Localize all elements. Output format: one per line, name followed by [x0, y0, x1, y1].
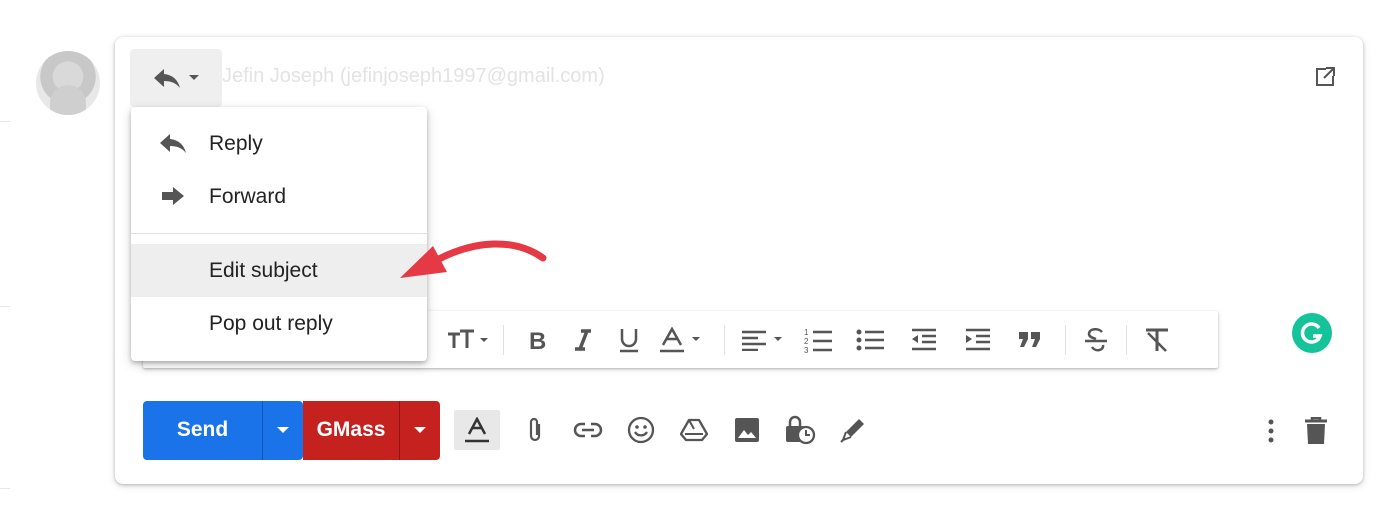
recipient-field[interactable]: Jefin Joseph (jefinjoseph1997@gmail.com): [222, 65, 605, 88]
reply-type-menu: Reply Forward Edit subject Pop out reply: [131, 107, 427, 361]
reply-type-button[interactable]: [130, 49, 222, 107]
menu-item-edit-subject[interactable]: Edit subject: [131, 244, 427, 297]
signature-pen-icon[interactable]: [835, 410, 871, 450]
toolbar-separator: [724, 324, 725, 355]
send-options-button[interactable]: [262, 400, 303, 460]
italic-icon[interactable]: [560, 320, 606, 360]
menu-item-label: Reply: [209, 131, 263, 155]
grammarly-icon[interactable]: [1292, 313, 1332, 353]
sender-avatar: [36, 51, 100, 115]
discard-draft-icon[interactable]: [1301, 415, 1331, 447]
popout-icon[interactable]: [1315, 67, 1335, 87]
reply-icon: [160, 134, 186, 153]
menu-divider: [131, 233, 427, 234]
toolbar-separator: [503, 324, 504, 355]
forward-icon: [162, 187, 184, 205]
strikethrough-icon[interactable]: [1076, 320, 1116, 360]
divider: [0, 488, 10, 489]
svg-text:B: B: [529, 328, 546, 352]
insert-photo-icon[interactable]: [729, 410, 765, 450]
quote-icon[interactable]: [1005, 320, 1055, 360]
numbered-list-icon[interactable]: 123: [793, 320, 843, 360]
divider: [0, 121, 10, 122]
caret-down-icon: [277, 427, 289, 433]
menu-item-label: Forward: [209, 184, 287, 208]
remove-formatting-icon[interactable]: [1137, 320, 1177, 360]
more-options-icon[interactable]: [1261, 417, 1281, 445]
annotation-arrow: [400, 240, 547, 278]
font-size-icon[interactable]: [443, 320, 493, 360]
menu-item-reply[interactable]: Reply: [131, 117, 427, 170]
toolbar-separator: [1126, 324, 1127, 355]
svg-text:3: 3: [804, 346, 809, 353]
svg-text:1: 1: [804, 328, 809, 337]
confidential-mode-icon[interactable]: [782, 410, 818, 450]
menu-item-label: Edit subject: [209, 258, 318, 282]
compose-bottom-bar: Send GMass: [143, 400, 871, 460]
formatting-options-icon[interactable]: [454, 410, 500, 450]
attach-file-icon[interactable]: [517, 410, 553, 450]
caret-down-icon: [189, 75, 199, 80]
indent-less-icon[interactable]: [897, 320, 951, 360]
gmail-reply-view: Jefin Joseph (jefinjoseph1997@gmail.com)…: [0, 0, 1390, 517]
bold-icon[interactable]: B: [514, 320, 560, 360]
gmass-button-group: GMass: [303, 400, 440, 460]
menu-item-pop-out-reply[interactable]: Pop out reply: [131, 297, 427, 350]
menu-item-forward[interactable]: Forward: [131, 170, 427, 223]
emoji-icon[interactable]: [623, 410, 659, 450]
gmass-options-button[interactable]: [399, 400, 440, 460]
google-drive-icon[interactable]: [676, 410, 712, 450]
align-icon[interactable]: [735, 320, 793, 360]
send-button-group: Send: [143, 400, 303, 460]
divider: [0, 306, 10, 307]
svg-text:2: 2: [804, 337, 809, 346]
indent-more-icon[interactable]: [951, 320, 1005, 360]
caret-down-icon: [414, 427, 426, 433]
reply-icon: [154, 69, 180, 88]
send-button[interactable]: Send: [143, 400, 262, 460]
text-color-icon[interactable]: [652, 320, 714, 360]
menu-item-label: Pop out reply: [209, 311, 333, 335]
bulleted-list-icon[interactable]: [843, 320, 897, 360]
toolbar-separator: [1065, 324, 1066, 355]
gmass-button[interactable]: GMass: [303, 400, 399, 460]
insert-link-icon[interactable]: [570, 410, 606, 450]
underline-icon[interactable]: [606, 320, 652, 360]
